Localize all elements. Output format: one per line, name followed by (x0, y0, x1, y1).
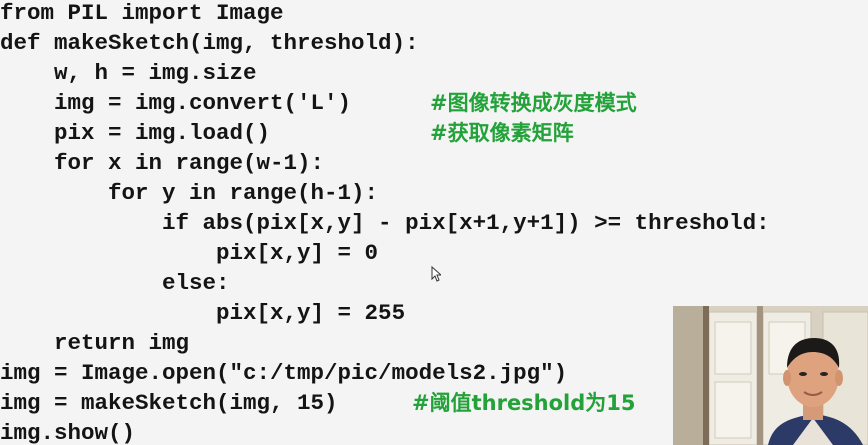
code-line-2: def makeSketch(img, threshold): (0, 30, 419, 56)
mouse-pointer-icon (431, 266, 441, 282)
code-line-14: img = makeSketch(img, 15) (0, 390, 338, 416)
code-line-4: img = img.convert('L') (0, 90, 352, 116)
code-line-8: if abs(pix[x,y] - pix[x+1,y+1]) >= thres… (0, 210, 770, 236)
code-comment-convert: #图像转换成灰度模式 (430, 91, 637, 115)
code-line-7: for y in range(h-1): (0, 180, 379, 206)
code-line-11: pix[x,y] = 255 (0, 300, 406, 326)
code-line-15: img.show() (0, 420, 136, 445)
code-comment-threshold: #阈值threshold为15 (412, 391, 636, 415)
code-line-6: for x in range(w-1): (0, 150, 325, 176)
code-line-5: pix = img.load() (0, 120, 271, 146)
code-line-10: else: (0, 270, 230, 296)
code-line-12: return img (0, 330, 190, 356)
webcam-video (673, 306, 868, 445)
code-line-3: w, h = img.size (0, 60, 257, 86)
presenter-video-frame (673, 306, 868, 445)
code-comment-load: #获取像素矩阵 (430, 121, 574, 145)
code-line-1: from PIL import Image (0, 0, 284, 26)
code-line-13: img = Image.open("c:/tmp/pic/models2.jpg… (0, 360, 568, 386)
code-line-9: pix[x,y] = 0 (0, 240, 379, 266)
screen: from PIL import Image def makeSketch(img… (0, 0, 868, 445)
